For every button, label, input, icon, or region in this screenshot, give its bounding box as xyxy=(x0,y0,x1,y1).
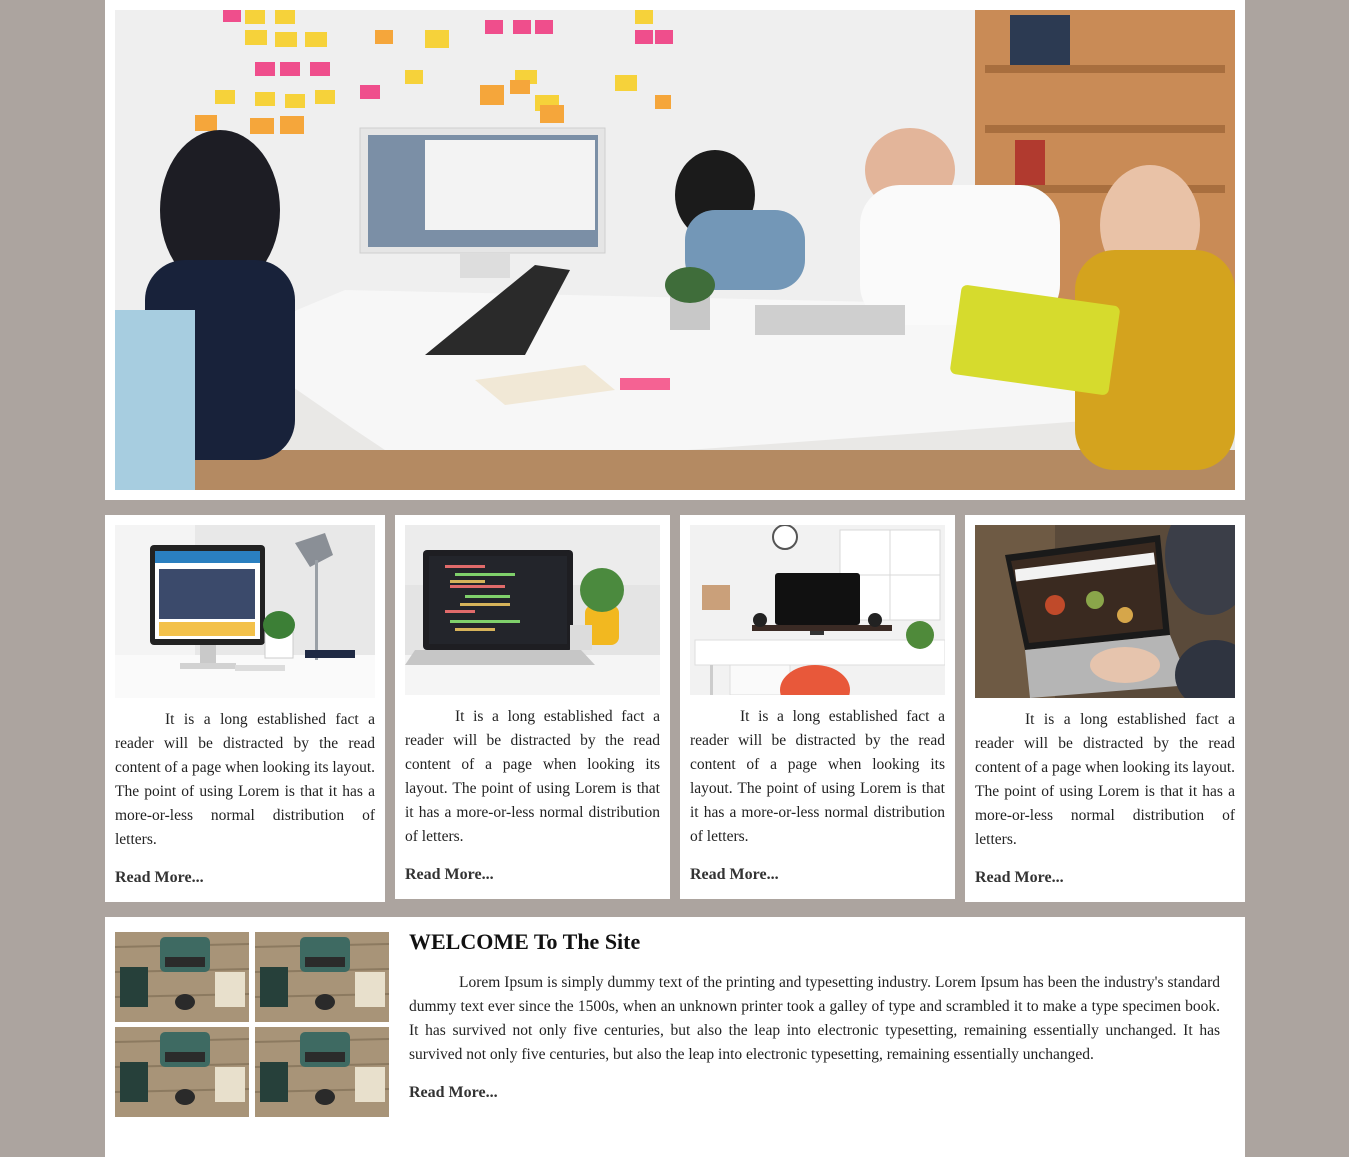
typewriter-tile-3 xyxy=(115,1027,249,1117)
typewriter-tile-4 xyxy=(255,1027,389,1117)
article-card-1: It is a long established fact a reader w… xyxy=(105,515,385,902)
card-image-2 xyxy=(405,525,660,695)
typewriter-image-grid xyxy=(115,932,390,1117)
welcome-content: WELCOME To The Site Lorem Ipsum is simpl… xyxy=(409,927,1220,1102)
welcome-title: WELCOME To The Site xyxy=(409,929,641,954)
article-card-4: It is a long established fact a reader w… xyxy=(965,515,1245,902)
hero-image xyxy=(115,10,1235,490)
card-text-2: It is a long established fact a reader w… xyxy=(405,708,660,845)
hero-panel xyxy=(105,0,1245,500)
typewriter-tile-2 xyxy=(255,932,389,1022)
typewriter-tile-1 xyxy=(115,932,249,1022)
welcome-paragraph: Lorem Ipsum is simply dummy text of the … xyxy=(409,974,1220,1063)
card-image-1 xyxy=(115,525,375,698)
article-card-2: It is a long established fact a reader w… xyxy=(395,515,670,899)
welcome-section: WELCOME To The Site Lorem Ipsum is simpl… xyxy=(105,917,1245,1157)
card-text-1: It is a long established fact a reader w… xyxy=(115,711,375,848)
read-more-link-2[interactable]: Read More... xyxy=(405,866,660,884)
card-image-4 xyxy=(975,525,1235,698)
article-card-3: It is a long established fact a reader w… xyxy=(680,515,955,899)
welcome-read-more-link[interactable]: Read More... xyxy=(409,1084,1220,1102)
read-more-link-1[interactable]: Read More... xyxy=(115,869,375,887)
card-image-3 xyxy=(690,525,945,695)
read-more-link-4[interactable]: Read More... xyxy=(975,869,1235,887)
card-text-4: It is a long established fact a reader w… xyxy=(975,711,1235,848)
card-text-3: It is a long established fact a reader w… xyxy=(690,708,945,845)
read-more-link-3[interactable]: Read More... xyxy=(690,866,945,884)
